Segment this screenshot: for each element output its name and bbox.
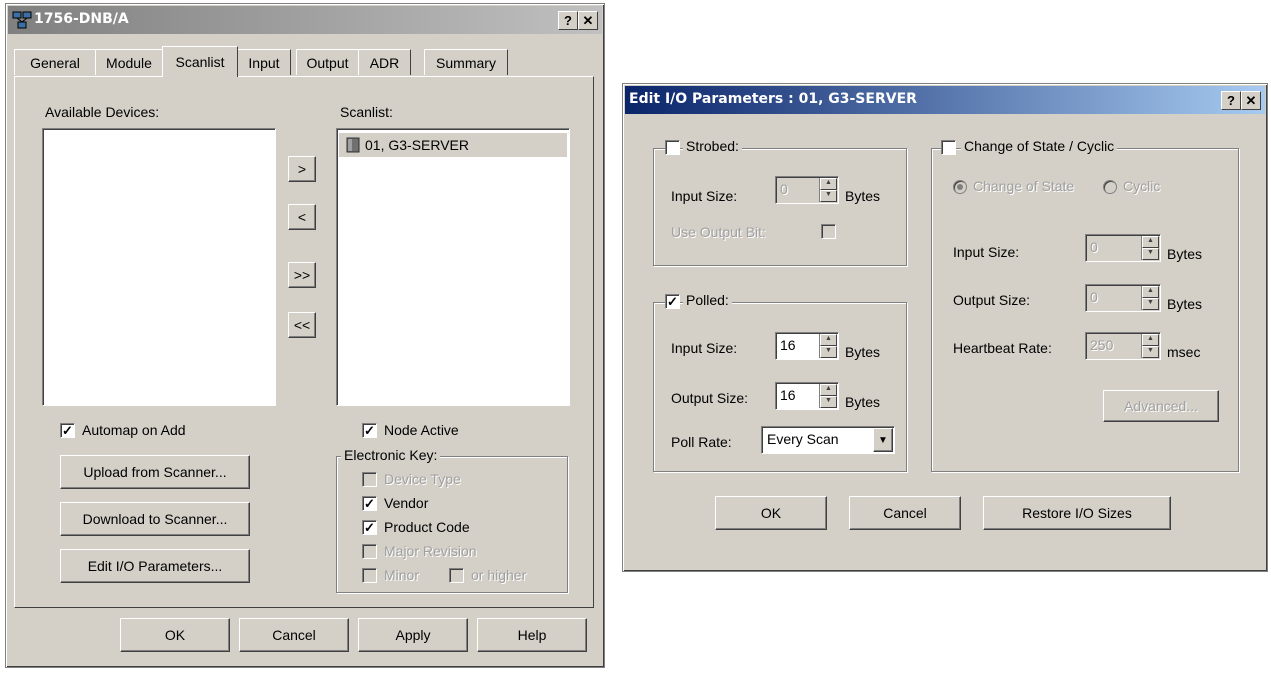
bytes-unit: Bytes — [1167, 246, 1203, 262]
product-code-checkbox[interactable]: ✓ — [362, 520, 377, 535]
use-output-bit-label: Use Output Bit: — [671, 224, 766, 240]
download-to-scanner-button[interactable]: Download to Scanner... — [60, 502, 250, 536]
available-devices-label: Available Devices: — [45, 104, 160, 120]
polled-input-size-spinner[interactable]: ▲ ▼ — [819, 334, 837, 358]
use-output-bit-checkbox — [821, 224, 836, 239]
ok-button[interactable]: OK — [120, 618, 230, 652]
electronic-key-label: Electronic Key: — [341, 447, 441, 463]
heartbeat-rate-spinner: ▲ ▼ — [1141, 334, 1159, 358]
chevron-down-icon[interactable]: ▼ — [873, 428, 893, 452]
polled-output-size-spinner[interactable]: ▲ ▼ — [819, 384, 837, 408]
tab-adr[interactable]: ADR — [358, 49, 411, 75]
title-bar[interactable]: Edit I/O Parameters : 01, G3-SERVER ? ✕ — [625, 86, 1265, 114]
cos-output-size-spinner: ▲ ▼ — [1141, 286, 1159, 310]
restore-io-sizes-button[interactable]: Restore I/O Sizes — [983, 496, 1171, 530]
strobed-input-size-label: Input Size: — [671, 188, 738, 204]
tab-summary[interactable]: Summary — [424, 49, 508, 75]
major-revision-label: Major Revision — [384, 543, 477, 559]
polled-output-size-label: Output Size: — [671, 390, 749, 406]
advanced-button: Advanced... — [1103, 390, 1219, 422]
edit-io-parameters-window: Edit I/O Parameters : 01, G3-SERVER ? ✕ … — [622, 83, 1268, 572]
ok-button[interactable]: OK — [715, 496, 827, 530]
cancel-button[interactable]: Cancel — [849, 496, 961, 530]
scanlist-label: Scanlist: — [340, 104, 393, 120]
polled-output-size-field[interactable]: 16 ▲ ▼ — [775, 382, 839, 410]
heartbeat-rate-field: 250 ▲ ▼ — [1085, 332, 1161, 360]
poll-rate-dropdown[interactable]: Every Scan ▼ — [761, 426, 895, 454]
close-icon[interactable]: ✕ — [578, 11, 598, 30]
polled-label: Polled: — [683, 292, 732, 308]
cos-label: Change of State / Cyclic — [961, 138, 1118, 154]
major-revision-checkbox — [362, 544, 377, 559]
or-higher-label: or higher — [471, 567, 527, 583]
upload-from-scanner-button[interactable]: Upload from Scanner... — [60, 455, 250, 489]
device-type-checkbox — [362, 472, 377, 487]
vendor-checkbox[interactable]: ✓ — [362, 496, 377, 511]
apply-button[interactable]: Apply — [358, 618, 468, 652]
product-code-label: Product Code — [384, 519, 470, 535]
node-active-label: Node Active — [384, 422, 459, 438]
help-caption-button[interactable]: ? — [1221, 91, 1241, 110]
bytes-unit: Bytes — [845, 344, 881, 360]
automap-checkbox[interactable]: ✓ — [60, 423, 75, 438]
strobed-label: Strobed: — [683, 138, 742, 154]
title-bar[interactable]: 1756-DNB/A ? ✕ — [8, 6, 602, 34]
tab-general[interactable]: General — [14, 49, 96, 75]
poll-rate-label: Poll Rate: — [671, 434, 732, 450]
cos-output-size-label: Output Size: — [953, 292, 1031, 308]
cancel-button[interactable]: Cancel — [239, 618, 349, 652]
bytes-unit: Bytes — [1167, 296, 1203, 312]
list-item[interactable]: 01, G3-SERVER — [339, 133, 567, 157]
heartbeat-rate-label: Heartbeat Rate: — [953, 340, 1052, 356]
tab-scanlist[interactable]: Scanlist — [162, 46, 238, 77]
automap-label: Automap on Add — [82, 422, 186, 438]
window-title: Edit I/O Parameters : 01, G3-SERVER — [629, 91, 917, 107]
available-devices-list[interactable] — [42, 128, 276, 406]
bytes-unit: Bytes — [845, 394, 881, 410]
cos-input-size-spinner: ▲ ▼ — [1141, 236, 1159, 260]
help-button[interactable]: Help — [477, 618, 587, 652]
add-device-button[interactable]: > — [288, 156, 316, 182]
vendor-label: Vendor — [384, 495, 429, 511]
cyclic-radio — [1103, 180, 1117, 194]
tab-module[interactable]: Module — [95, 49, 163, 75]
bytes-unit: Bytes — [845, 188, 881, 204]
tab-input[interactable]: Input — [237, 49, 291, 75]
scanner-properties-window: 1756-DNB/A ? ✕ General Module Scanlist I… — [5, 3, 605, 668]
strobed-input-size-field: 0 ▲ ▼ — [775, 176, 839, 204]
strobed-group — [653, 148, 907, 266]
window-title: 1756-DNB/A — [34, 11, 129, 27]
help-caption-button[interactable]: ? — [558, 11, 578, 30]
cos-input-size-label: Input Size: — [953, 244, 1020, 260]
minor-label: Minor — [384, 567, 420, 583]
strobed-checkbox[interactable] — [665, 140, 680, 155]
device-type-label: Device Type — [384, 471, 461, 487]
scanlist-list[interactable]: 01, G3-SERVER — [336, 128, 570, 406]
or-higher-checkbox — [449, 568, 464, 583]
change-of-state-label: Change of State — [973, 178, 1075, 194]
remove-device-button[interactable]: < — [288, 204, 316, 230]
msec-unit: msec — [1167, 344, 1201, 360]
strobed-input-size-spinner: ▲ ▼ — [819, 178, 837, 202]
add-all-button[interactable]: >> — [288, 262, 316, 288]
node-active-checkbox[interactable]: ✓ — [362, 423, 377, 438]
polled-input-size-field[interactable]: 16 ▲ ▼ — [775, 332, 839, 360]
minor-checkbox — [362, 568, 377, 583]
close-icon[interactable]: ✕ — [1241, 91, 1261, 110]
polled-checkbox[interactable]: ✓ — [665, 294, 680, 309]
change-of-state-radio — [953, 180, 967, 194]
cyclic-label: Cyclic — [1123, 178, 1161, 194]
cos-input-size-field: 0 ▲ ▼ — [1085, 234, 1161, 262]
edit-io-parameters-button[interactable]: Edit I/O Parameters... — [60, 549, 250, 583]
remove-all-button[interactable]: << — [288, 312, 316, 338]
tab-output[interactable]: Output — [296, 49, 359, 75]
network-module-icon — [12, 11, 32, 29]
cos-checkbox[interactable] — [941, 140, 956, 155]
polled-input-size-label: Input Size: — [671, 340, 738, 356]
cos-output-size-field: 0 ▲ ▼ — [1085, 284, 1161, 312]
device-icon — [346, 137, 360, 153]
